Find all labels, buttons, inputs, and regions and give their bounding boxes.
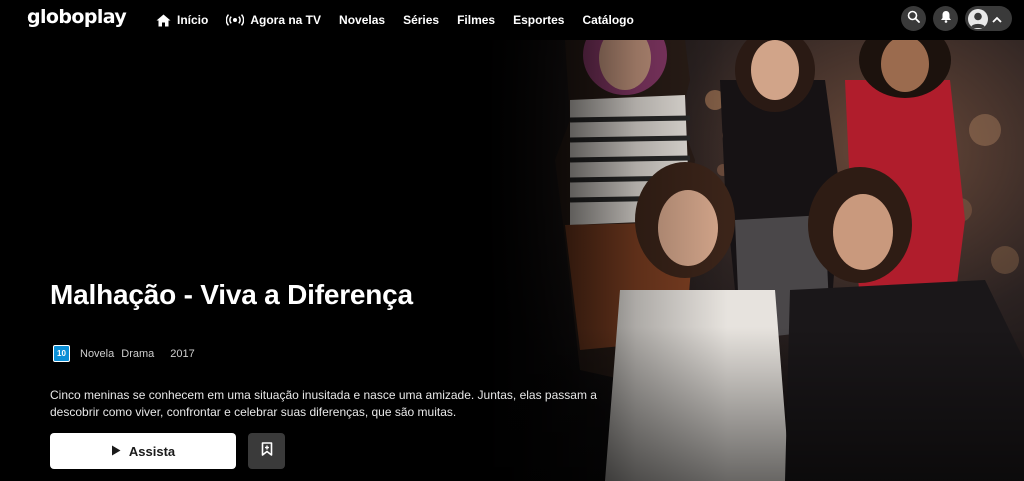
- nav-item-novelas[interactable]: Novelas: [339, 13, 385, 27]
- nav-item-filmes[interactable]: Filmes: [457, 13, 495, 27]
- nav-item-series[interactable]: Séries: [403, 13, 439, 27]
- search-button[interactable]: [901, 6, 926, 31]
- age-rating-badge: 10: [53, 345, 70, 362]
- genre-drama: Drama: [121, 347, 155, 360]
- chevron-up-icon: [992, 10, 1002, 28]
- show-title: Malhação - Viva a Diferença: [50, 279, 413, 310]
- search-icon: [907, 10, 920, 28]
- nav-item-label: Agora na TV: [250, 13, 322, 27]
- globoplay-logo[interactable]: globoplay: [27, 6, 127, 28]
- main-nav: Início Agora na TV Novelas Séries Filmes…: [156, 0, 652, 40]
- nav-item-inicio[interactable]: Início: [156, 13, 208, 27]
- home-icon: [156, 14, 171, 27]
- add-to-list-button[interactable]: [248, 433, 285, 469]
- header-actions: [901, 6, 1012, 31]
- live-broadcast-icon: [226, 14, 245, 26]
- notifications-button[interactable]: [933, 6, 958, 31]
- play-icon: [111, 444, 121, 459]
- show-metadata: 10 Novela Drama 2017: [53, 345, 195, 362]
- avatar: [968, 8, 988, 29]
- genre-novela: Novela: [80, 347, 115, 360]
- nav-item-esportes[interactable]: Esportes: [513, 13, 564, 27]
- bookmark-icon: [261, 441, 273, 461]
- nav-item-catalogo[interactable]: Catálogo: [582, 13, 633, 27]
- hero-banner: Malhação - Viva a Diferença 10 Novela Dr…: [0, 40, 1024, 481]
- watch-button-label: Assista: [128, 443, 176, 459]
- watch-button[interactable]: Assista: [50, 433, 236, 469]
- profile-menu-button[interactable]: [965, 6, 1012, 31]
- nav-item-label: Início: [177, 13, 209, 27]
- top-navigation-bar: globoplay Início Agora na TV Novelas Sér…: [0, 0, 1024, 40]
- nav-item-agora-na-tv[interactable]: Agora na TV: [226, 13, 321, 27]
- bell-icon: [940, 10, 952, 28]
- release-year: 2017: [170, 347, 195, 360]
- show-description: Cinco meninas se conhecem em uma situaçã…: [50, 388, 597, 419]
